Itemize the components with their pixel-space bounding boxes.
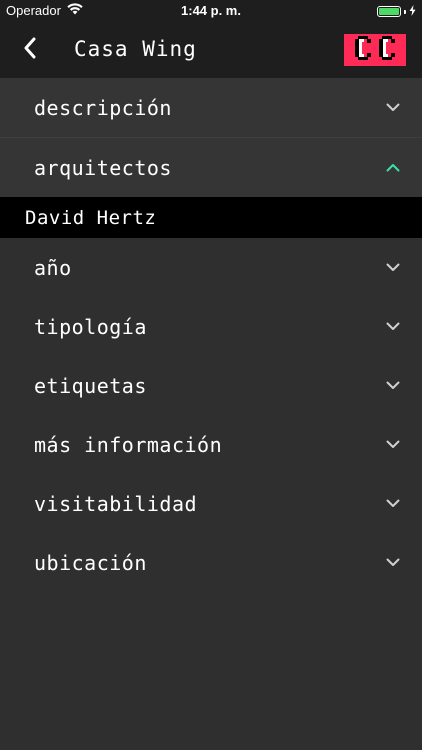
page-title: Casa Wing	[74, 37, 197, 61]
chevron-down-icon	[386, 440, 400, 450]
section-arquitectos-content: David Hertz	[0, 197, 422, 238]
section-label: año	[34, 255, 72, 280]
logo-glyph-left-icon	[355, 36, 371, 64]
chevron-down-icon	[386, 322, 400, 332]
back-button[interactable]	[14, 34, 46, 66]
chevron-down-icon	[386, 499, 400, 509]
app-logo	[344, 34, 406, 66]
section-label: descripción	[34, 95, 172, 120]
status-right	[377, 4, 416, 19]
section-arquitectos[interactable]: arquitectos	[0, 138, 422, 197]
section-visitabilidad[interactable]: visitabilidad	[0, 474, 422, 533]
section-tipologia[interactable]: tipología	[0, 297, 422, 356]
status-time: 1:44 p. m.	[181, 3, 241, 18]
battery-tip	[404, 9, 406, 14]
chevron-left-icon	[23, 37, 37, 63]
section-label: visitabilidad	[34, 491, 198, 516]
navigation-bar: Casa Wing	[0, 22, 422, 78]
charging-bolt-icon	[409, 4, 416, 19]
chevron-up-icon	[386, 163, 400, 173]
section-ubicacion[interactable]: ubicación	[0, 533, 422, 592]
section-mas-informacion[interactable]: más información	[0, 415, 422, 474]
section-label: más información	[34, 432, 223, 457]
section-label: ubicación	[34, 550, 147, 575]
architect-name[interactable]: David Hertz	[25, 207, 156, 229]
chevron-down-icon	[386, 103, 400, 113]
logo-glyph-right-icon	[379, 36, 395, 64]
section-label: arquitectos	[34, 155, 172, 180]
chevron-down-icon	[386, 263, 400, 273]
section-ano[interactable]: año	[0, 238, 422, 297]
section-descripcion[interactable]: descripción	[0, 78, 422, 138]
chevron-down-icon	[386, 381, 400, 391]
section-etiquetas[interactable]: etiquetas	[0, 356, 422, 415]
chevron-down-icon	[386, 558, 400, 568]
section-label: tipología	[34, 314, 147, 339]
section-list: descripción arquitectos David Hertz año …	[0, 78, 422, 592]
section-label: etiquetas	[34, 373, 147, 398]
battery-fill	[379, 8, 399, 15]
status-bar: Operador 1:44 p. m.	[0, 0, 422, 22]
battery-icon	[377, 6, 401, 17]
